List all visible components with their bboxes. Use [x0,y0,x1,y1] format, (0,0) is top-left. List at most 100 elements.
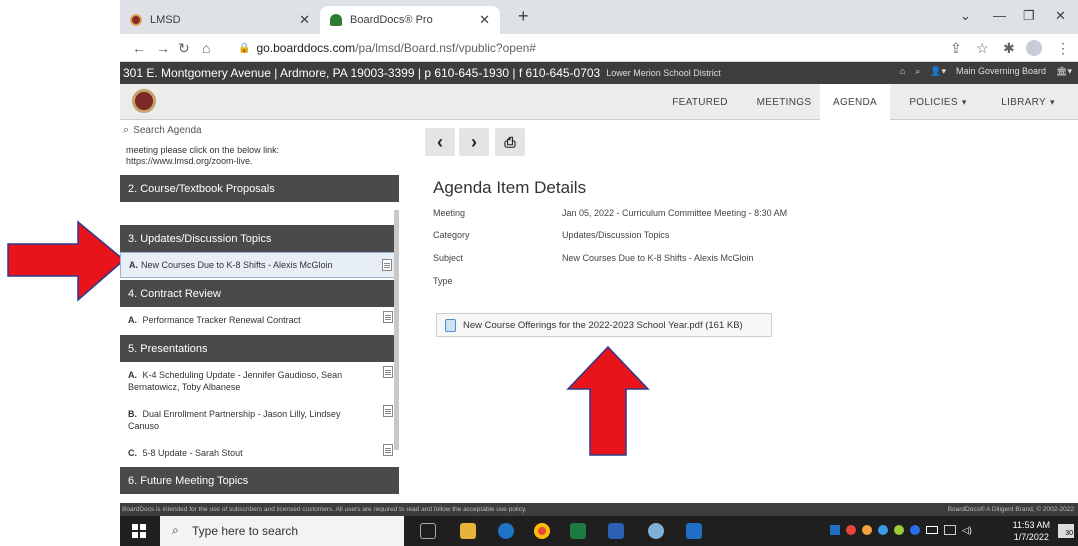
tray-app-icon[interactable] [862,525,872,535]
item-letter: B. [128,409,137,419]
minimize-icon[interactable]: — [993,8,1006,23]
windows-taskbar: ⌕ Type here to search ◁) 11:53 AM 1/7/20… [120,516,1078,546]
taskbar-clock[interactable]: 11:53 AM 1/7/2022 [1013,519,1050,543]
district-seal-logo[interactable] [132,89,156,113]
screenshot: LMSD ✕ BoardDocs® Pro ✕ + ⌄ — ❐ ✕ ← → ↻ … [0,0,1078,546]
nav-agenda[interactable]: AGENDA [820,84,890,120]
browser-tab-strip: LMSD ✕ BoardDocs® Pro ✕ + ⌄ — ❐ ✕ [120,0,1078,34]
item-text: 5-8 Update - Sarah Stout [142,448,243,458]
sidebar-scrollbar[interactable] [394,210,399,450]
forward-icon[interactable]: → [156,40,170,56]
category-value: Updates/Discussion Topics [562,230,670,240]
item-letter: A. [128,315,137,325]
back-icon[interactable]: ← [132,40,146,56]
windows-start-icon[interactable] [132,524,146,538]
agenda-item-new-courses[interactable]: A. New Courses Due to K-8 Shifts - Alexi… [120,252,399,278]
section-contract-review[interactable]: 4. Contract Review [120,280,399,307]
taskbar-search-box[interactable]: ⌕ Type here to search [160,516,404,546]
restore-icon[interactable]: ❐ [1023,8,1035,24]
outlook-icon[interactable] [686,523,702,539]
battery-icon[interactable] [926,526,938,534]
nav-meetings[interactable]: MEETINGS [744,84,824,120]
document-icon[interactable] [382,259,392,271]
url-field[interactable]: 🔒 go.boarddocs.com /pa/lmsd/Board.nsf/vp… [230,37,930,59]
search-icon[interactable]: ⌕ [915,66,920,77]
search-agenda-input[interactable]: ⌕ Search Agenda [120,120,399,140]
annotation-arrow-right [7,220,126,302]
main-nav: FEATURED MEETINGS AGENDA POLICIES ▾ LIBR… [120,84,1078,120]
agenda-item-dual-enrollment[interactable]: B. Dual Enrollment Partnership - Jason L… [120,405,399,434]
search-placeholder: Search Agenda [133,124,202,136]
tray-app-icon[interactable] [878,525,888,535]
notification-count: 30 [1065,530,1073,537]
agenda-item-performance-tracker[interactable]: A. Performance Tracker Renewal Contract [120,311,399,328]
lock-icon: 🔒 [238,42,251,54]
subject-label: Subject [433,253,464,263]
item-text: Performance Tracker Renewal Contract [142,315,301,325]
nav-library[interactable]: LIBRARY ▾ [988,84,1068,120]
attachment-link[interactable]: New Course Offerings for the 2022-2023 S… [436,313,772,337]
home-icon[interactable]: ⌂ [900,66,905,77]
print-button[interactable]: ⎙ [495,128,525,156]
bluetooth-icon[interactable] [910,525,920,535]
network-icon[interactable] [944,525,956,535]
user-icon[interactable]: 👤▾ [930,66,946,77]
item-text: K-4 Scheduling Update - Jennifer Gaudios… [128,370,343,392]
previous-item-button[interactable]: ‹ [425,128,455,156]
extensions-icon[interactable]: ✱ [1003,40,1015,57]
item-text: New Courses Due to K-8 Shifts - Alexis M… [141,260,333,270]
site-info-bar: 301 E. Montgomery Avenue | Ardmore, PA 1… [120,62,1078,84]
agenda-item-details-title: Agenda Item Details [433,178,587,197]
tray-app-icon[interactable] [846,525,856,535]
agenda-item-k4-scheduling[interactable]: A. K-4 Scheduling Update - Jennifer Gaud… [120,366,399,395]
nav-policies-label: POLICIES [909,96,958,108]
document-icon[interactable] [383,311,393,323]
file-explorer-icon[interactable] [460,523,476,539]
section-presentations[interactable]: 5. Presentations [120,335,399,362]
section-future-meeting-topics[interactable]: 6. Future Meeting Topics [120,467,399,494]
tray-app-icon[interactable] [894,525,904,535]
clock-time: 11:53 AM [1012,520,1050,530]
board-selector[interactable]: Main Governing Board [956,66,1046,77]
outlook-tray-icon[interactable] [830,525,840,535]
clock-date: 1/7/2022 [1013,532,1049,542]
search-icon: ⌕ [123,123,130,136]
tab-lmsd[interactable]: LMSD ✕ [120,6,320,34]
next-item-button[interactable]: › [459,128,489,156]
agenda-item-5-8-update[interactable]: C. 5-8 Update - Sarah Stout [120,444,399,461]
nav-featured[interactable]: FEATURED [660,84,740,120]
category-label: Category [433,230,470,240]
building-icon[interactable]: 🏛▾ [1056,66,1072,77]
tab-boarddocs[interactable]: BoardDocs® Pro ✕ [320,6,500,34]
new-tab-button[interactable]: + [518,6,529,27]
lmsd-favicon-icon [130,14,142,26]
menu-icon[interactable]: ⋮ [1056,40,1070,57]
profile-avatar[interactable] [1026,40,1042,56]
window-close-icon[interactable]: ✕ [1055,8,1066,24]
url-host: go.boarddocs.com [256,41,356,55]
excel-icon[interactable] [570,523,586,539]
notification-center-icon[interactable]: 30 [1058,524,1074,538]
document-icon[interactable] [383,444,393,456]
tab-label: LMSD [150,14,181,26]
document-icon[interactable] [383,366,393,378]
star-icon[interactable]: ☆ [976,40,989,57]
task-view-icon[interactable] [420,523,436,539]
section-course-proposals[interactable]: 2. Course/Textbook Proposals [120,175,399,202]
share-icon[interactable]: ⇪ [950,40,962,57]
document-icon[interactable] [383,405,393,417]
section-updates-discussion[interactable]: 3. Updates/Discussion Topics [120,225,399,252]
footer-copyright: BoardDocs® A Diligent Brand, © 2002-2022 [947,506,1074,513]
nav-policies[interactable]: POLICIES ▾ [898,84,978,120]
app-icon[interactable] [648,523,664,539]
close-icon[interactable]: ✕ [299,12,310,28]
chrome-icon[interactable] [534,523,550,539]
type-label: Type [433,276,453,286]
reload-icon[interactable]: ↻ [178,40,190,57]
chevron-down-icon[interactable]: ⌄ [960,8,971,24]
home-icon[interactable]: ⌂ [202,40,210,56]
word-icon[interactable] [608,523,624,539]
edge-browser-icon[interactable] [498,523,514,539]
volume-icon[interactable]: ◁) [962,525,972,537]
close-icon[interactable]: ✕ [479,12,490,28]
